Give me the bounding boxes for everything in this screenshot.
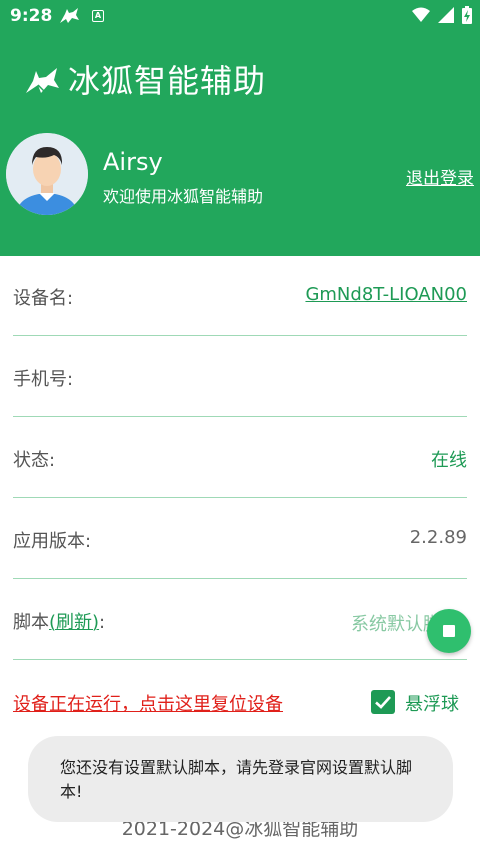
app-header: 9:28 A 冰狐智能辅助 Airsy 欢迎使用冰狐智能辅助 退出登录 bbox=[0, 0, 480, 256]
device-name-row: 设备名: GmNd8T-LIOAN00 bbox=[13, 256, 467, 336]
float-ball-label[interactable]: 悬浮球 bbox=[405, 690, 459, 716]
status-bar: 9:28 A bbox=[0, 0, 480, 32]
app-title-row: 冰狐智能辅助 bbox=[24, 56, 266, 102]
wifi-icon bbox=[412, 7, 430, 22]
signal-icon bbox=[438, 7, 454, 23]
status-label: 状态: bbox=[13, 450, 56, 471]
welcome-text: 欢迎使用冰狐智能辅助 bbox=[103, 187, 264, 206]
device-name-value[interactable]: GmNd8T-LIOAN00 bbox=[305, 284, 467, 305]
status-icons bbox=[412, 6, 472, 24]
reset-device-link[interactable]: 设备正在运行，点击这里复位设备 bbox=[13, 690, 283, 716]
refresh-script-link[interactable]: (刷新) bbox=[49, 612, 99, 633]
phone-row: 手机号: bbox=[13, 337, 467, 417]
app-version-label: 应用版本: bbox=[13, 531, 92, 552]
script-row: 脚本(刷新): 系统默认脚 bbox=[13, 580, 467, 660]
user-avatar-icon bbox=[6, 133, 88, 215]
fox-logo-icon bbox=[26, 68, 59, 93]
divider bbox=[13, 578, 467, 579]
avatar bbox=[6, 133, 88, 215]
divider bbox=[13, 335, 467, 336]
logout-link[interactable]: 退出登录 bbox=[406, 164, 474, 189]
checkmark-icon bbox=[375, 696, 391, 709]
battery-charging-icon bbox=[462, 6, 472, 24]
divider bbox=[13, 659, 467, 660]
phone-label: 手机号: bbox=[13, 369, 74, 390]
user-name: Airsy bbox=[103, 148, 163, 176]
app-version-row: 应用版本: 2.2.89 bbox=[13, 499, 467, 579]
device-name-label: 设备名: bbox=[13, 288, 74, 309]
a-badge-icon: A bbox=[92, 10, 104, 22]
script-label-suffix: : bbox=[99, 612, 106, 633]
stop-button[interactable] bbox=[427, 609, 471, 653]
script-label-prefix: 脚本 bbox=[13, 612, 49, 633]
status-time: 9:28 bbox=[10, 6, 53, 26]
toast-message: 您还没有设置默认脚本，请先登录官网设置默认脚本! bbox=[28, 736, 453, 822]
app-title: 冰狐智能辅助 bbox=[68, 62, 267, 100]
app-version-value: 2.2.89 bbox=[409, 527, 467, 548]
float-ball-checkbox[interactable] bbox=[371, 690, 395, 714]
divider bbox=[13, 497, 467, 498]
fox-app-icon bbox=[60, 8, 79, 23]
divider bbox=[13, 416, 467, 417]
status-value: 在线 bbox=[431, 450, 467, 471]
script-label: 脚本(刷新): bbox=[13, 608, 105, 634]
stop-icon bbox=[443, 625, 455, 637]
status-row: 状态: 在线 bbox=[13, 418, 467, 498]
